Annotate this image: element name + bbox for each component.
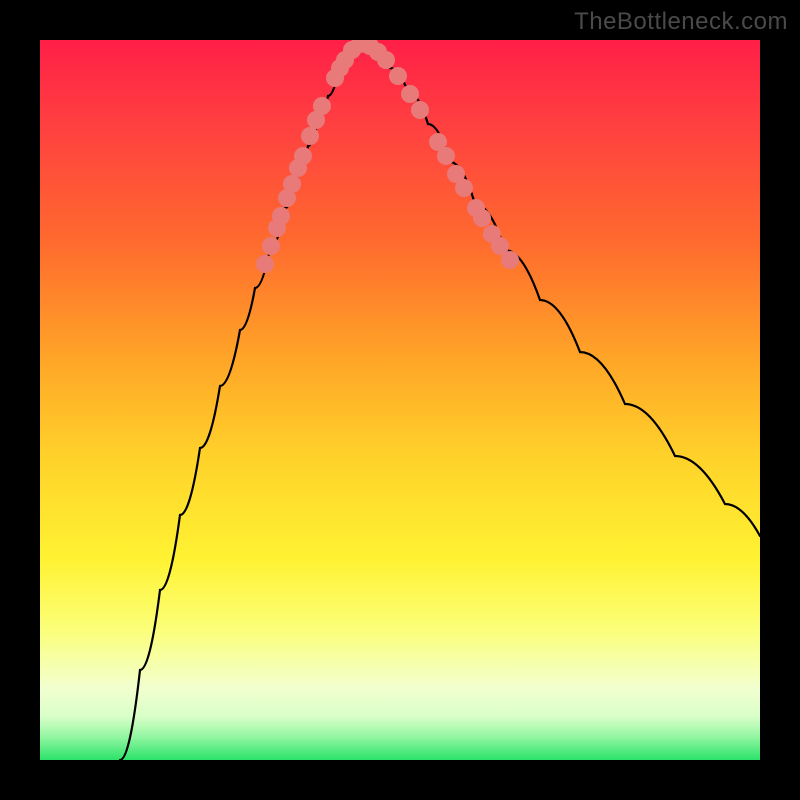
data-marker <box>411 101 429 119</box>
data-marker <box>455 179 473 197</box>
data-marker <box>283 175 301 193</box>
marker-group <box>256 40 519 273</box>
data-marker <box>313 97 331 115</box>
data-marker <box>437 147 455 165</box>
chart-frame: TheBottleneck.com <box>0 0 800 800</box>
watermark-text: TheBottleneck.com <box>574 8 788 36</box>
data-marker <box>401 85 419 103</box>
data-marker <box>262 237 280 255</box>
data-marker <box>473 209 491 227</box>
data-marker <box>256 255 274 273</box>
data-marker <box>272 207 290 225</box>
data-marker <box>389 67 407 85</box>
data-marker <box>501 251 519 269</box>
plot-area <box>40 40 760 760</box>
left-curve <box>120 42 360 760</box>
data-marker <box>294 147 312 165</box>
chart-svg <box>40 40 760 760</box>
data-marker <box>377 51 395 69</box>
data-marker <box>301 127 319 145</box>
